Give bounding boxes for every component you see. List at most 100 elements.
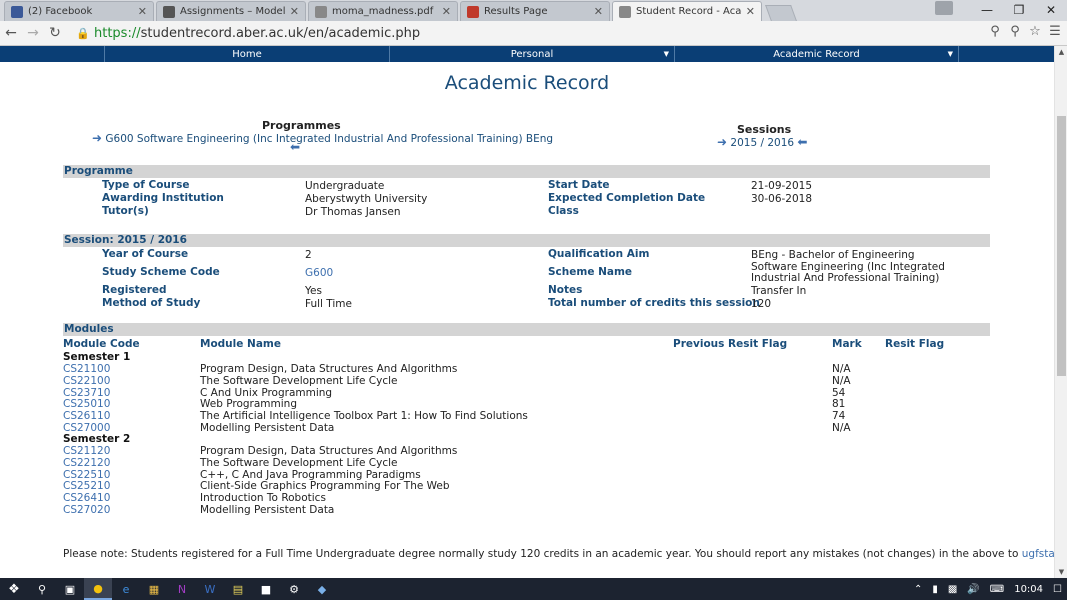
module-row: CS22120 The Software Development Life Cyc… bbox=[0, 457, 1054, 469]
programme-link-text[interactable]: G600 Software Engineering (Inc Integrate… bbox=[105, 133, 553, 145]
search-icon[interactable]: ⚲ bbox=[28, 578, 56, 600]
module-code-link[interactable]: CS21100 bbox=[63, 363, 110, 375]
module-code-link[interactable]: CS25010 bbox=[63, 398, 110, 410]
module-code-link[interactable]: CS26110 bbox=[63, 410, 110, 422]
windows-start-icon[interactable]: ❖ bbox=[0, 578, 28, 600]
zoom-icon[interactable]: ⚲ bbox=[987, 24, 1003, 39]
nav-home[interactable]: Home bbox=[105, 46, 390, 62]
cube-icon[interactable]: ◆ bbox=[308, 578, 336, 600]
semester-1-heading: Semester 1 bbox=[63, 351, 131, 363]
close-window-icon[interactable]: ✕ bbox=[1035, 0, 1067, 21]
nav-home-label: Home bbox=[232, 48, 262, 60]
onenote-icon[interactable]: N bbox=[168, 578, 196, 600]
site-navigation: Home Personal ▼ Academic Record ▼ bbox=[0, 46, 1067, 62]
nav-academic-record[interactable]: Academic Record ▼ bbox=[675, 46, 959, 62]
semester-2-heading: Semester 2 bbox=[63, 433, 131, 445]
scroll-up-icon[interactable]: ▲ bbox=[1055, 48, 1067, 56]
tutors-value: Dr Thomas Jansen bbox=[305, 206, 401, 218]
module-mark: N/A bbox=[832, 374, 851, 387]
module-code-link[interactable]: CS22100 bbox=[63, 375, 110, 387]
module-name: Web Programming bbox=[200, 398, 297, 411]
study-scheme-code-link[interactable]: G600 bbox=[305, 267, 333, 279]
resit-flag-header: Resit Flag bbox=[885, 338, 945, 350]
module-code-link[interactable]: CS27020 bbox=[63, 504, 110, 516]
footer-note-text: Please note: Students registered for a F… bbox=[63, 548, 1019, 560]
module-row: CS26410 Introduction To Robotics bbox=[0, 492, 1054, 504]
network-icon[interactable]: ▩ bbox=[948, 584, 957, 595]
module-row: CS22100 The Software Development Life Cyc… bbox=[0, 375, 1054, 387]
minimize-icon[interactable]: — bbox=[971, 0, 1003, 21]
restore-icon[interactable]: ❐ bbox=[1003, 0, 1035, 21]
chrome-icon[interactable]: ● bbox=[84, 578, 112, 600]
tab-close-icon[interactable]: ✕ bbox=[138, 5, 147, 18]
file-explorer-icon[interactable]: ▦ bbox=[140, 578, 168, 600]
session-link-text[interactable]: 2015 / 2016 bbox=[730, 137, 794, 149]
word-icon[interactable]: W bbox=[196, 578, 224, 600]
start-date-value: 21-09-2015 bbox=[751, 180, 813, 192]
module-code-link[interactable]: CS23710 bbox=[63, 387, 110, 399]
menu-icon[interactable]: ☰ bbox=[1047, 24, 1063, 39]
module-row: CS22510 C++, C And Java Programming Parad… bbox=[0, 469, 1054, 481]
keyboard-icon[interactable]: ⌨ bbox=[990, 584, 1004, 595]
url-field[interactable]: https://studentrecord.aber.ac.uk/en/acad… bbox=[94, 26, 420, 41]
tab-title: Student Record - Academ bbox=[636, 6, 742, 17]
bookmark-star-icon[interactable]: ☆ bbox=[1027, 24, 1043, 39]
browser-tab[interactable]: Assignments – Modelling ✕ bbox=[156, 1, 306, 21]
contact-email-link[interactable]: ugfstaff@aber.ac.uk bbox=[1022, 548, 1054, 560]
edge-icon[interactable]: e bbox=[112, 578, 140, 600]
battery-icon[interactable]: ▮ bbox=[932, 584, 938, 595]
tab-close-icon[interactable]: ✕ bbox=[594, 5, 603, 18]
forward-icon[interactable]: → bbox=[22, 25, 44, 41]
extension-icon[interactable]: ⚲ bbox=[1007, 24, 1023, 39]
tool-icon[interactable]: ⚙ bbox=[280, 578, 308, 600]
module-row: CS21120 Program Design, Data Structures A… bbox=[0, 445, 1054, 457]
task-view-icon[interactable]: ▣ bbox=[56, 578, 84, 600]
browser-tab[interactable]: Student Record - Academ ✕ bbox=[612, 1, 762, 21]
dropdown-arrow-icon: ▼ bbox=[663, 50, 669, 58]
module-name: Program Design, Data Structures And Algo… bbox=[200, 363, 458, 375]
volume-icon[interactable]: 🔊 bbox=[967, 584, 979, 595]
reload-icon[interactable]: ↻ bbox=[44, 25, 66, 41]
module-name: The Software Development Life Cycle bbox=[200, 456, 398, 469]
module-code-link[interactable]: CS22510 bbox=[63, 469, 110, 481]
notes-label: Notes bbox=[548, 284, 583, 296]
show-hidden-icon[interactable]: ⌃ bbox=[914, 584, 922, 595]
scrollbar-thumb[interactable] bbox=[1057, 116, 1066, 376]
browser-tab[interactable]: Results Page ✕ bbox=[460, 1, 610, 21]
clock[interactable]: 10:04 bbox=[1014, 584, 1043, 595]
tab-close-icon[interactable]: ✕ bbox=[442, 5, 451, 18]
arrow-left-icon: ⬅ bbox=[797, 135, 808, 149]
nav-personal[interactable]: Personal ▼ bbox=[390, 46, 675, 62]
session-link[interactable]: ➜ 2015 / 2016 ⬅ bbox=[717, 135, 807, 149]
module-code-link[interactable]: CS25210 bbox=[63, 480, 110, 492]
notes-icon[interactable]: ▤ bbox=[224, 578, 252, 600]
lock-icon[interactable]: 🔒 bbox=[76, 27, 92, 40]
total-credits-value: 120 bbox=[751, 298, 772, 310]
page-content: Academic Record Programmes ➜ G600 Softwa… bbox=[0, 62, 1054, 578]
arrow-left-icon[interactable]: ⬅ bbox=[290, 140, 300, 154]
app-icon[interactable]: ■ bbox=[252, 578, 280, 600]
url-path: studentrecord.aber.ac.uk/en/academic.php bbox=[140, 25, 421, 41]
module-code-link[interactable]: CS26410 bbox=[63, 492, 110, 504]
method-of-study-value: Full Time bbox=[305, 298, 352, 310]
tab-close-icon[interactable]: ✕ bbox=[290, 5, 299, 18]
window-controls: — ❐ ✕ bbox=[971, 0, 1067, 21]
module-code-link[interactable]: CS21120 bbox=[63, 445, 110, 457]
module-name: Introduction To Robotics bbox=[200, 492, 326, 505]
module-code-link[interactable]: CS22120 bbox=[63, 457, 110, 469]
programme-link[interactable]: ➜ G600 Software Engineering (Inc Integra… bbox=[92, 131, 553, 145]
arrow-right-icon: ➜ bbox=[92, 131, 103, 145]
notifications-icon[interactable]: ☐ bbox=[1053, 584, 1062, 595]
scroll-down-icon[interactable]: ▼ bbox=[1055, 568, 1067, 576]
browser-tab[interactable]: moma_madness.pdf ✕ bbox=[308, 1, 458, 21]
profile-icon[interactable] bbox=[935, 1, 953, 15]
new-tab-button[interactable] bbox=[765, 5, 797, 21]
module-mark: N/A bbox=[832, 422, 851, 434]
module-name-header: Module Name bbox=[200, 338, 281, 350]
previous-resit-flag-header: Previous Resit Flag bbox=[673, 338, 788, 350]
back-icon[interactable]: ← bbox=[0, 25, 22, 41]
tab-close-icon[interactable]: ✕ bbox=[746, 5, 755, 18]
vertical-scrollbar[interactable]: ▲ ▼ bbox=[1054, 46, 1067, 578]
browser-tab[interactable]: (2) Facebook ✕ bbox=[4, 1, 154, 21]
